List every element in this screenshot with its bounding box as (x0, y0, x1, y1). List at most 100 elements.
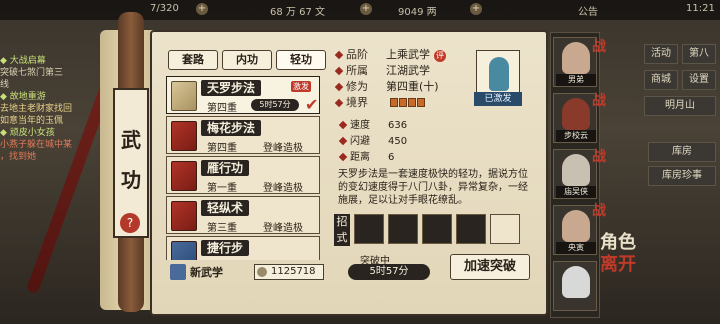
page-title-char: 武 (121, 128, 141, 152)
skill-level: 第三重 (207, 223, 237, 234)
skill-rank: 登峰造极 (263, 143, 303, 154)
book-icon (171, 241, 197, 260)
realm-segment (398, 97, 407, 107)
skill-level: 第一重 (207, 183, 237, 194)
tab-light-skills[interactable]: 轻功 (276, 50, 326, 70)
shop-button[interactable]: 商城 (644, 70, 678, 90)
move-slot-2[interactable] (388, 214, 418, 244)
diamond-icon (334, 50, 344, 60)
info-key: 品阶 (346, 48, 368, 61)
leave-text: 离开 (600, 254, 636, 275)
monk-figure-icon (489, 57, 509, 91)
character-name: 央寅 (556, 242, 596, 254)
list-item[interactable]: 捷行步 (166, 236, 320, 260)
resource-silver: 9049 两 (398, 7, 437, 18)
activated-label: 已激发 (474, 92, 522, 106)
character-card[interactable]: 步校云 (553, 93, 597, 143)
realm-segment (407, 97, 416, 107)
fight-badge: 战 (592, 149, 606, 165)
tab-inner-skills[interactable]: 内功 (222, 50, 272, 70)
stats-box: 速度 636 闪避 450 距离 6 (334, 112, 530, 164)
role-text: 角色 (600, 232, 636, 253)
skill-name: 雁行功 (201, 160, 250, 176)
warehouse-button[interactable]: 库房 (648, 142, 716, 162)
add-silver-button[interactable]: + (470, 3, 482, 15)
coin-icon (257, 267, 267, 277)
skill-rank: 登峰造极 (263, 223, 303, 234)
character-name: 步校云 (556, 130, 596, 142)
resource-money: 68 万 67 文 (270, 7, 325, 18)
new-skill-icon (170, 264, 186, 280)
move-slot-4[interactable] (456, 214, 486, 244)
move-slot-3[interactable] (422, 214, 452, 244)
stat-key: 距离 (350, 152, 370, 163)
tab-routines[interactable]: 套路 (168, 50, 218, 70)
skill-level: 第四重 (207, 143, 237, 154)
stat-key: 速度 (350, 120, 370, 131)
book-icon (171, 201, 197, 231)
character-card[interactable]: 央寅 (553, 205, 597, 255)
skill-name: 捷行步 (201, 240, 250, 256)
fight-badge: 战 (592, 39, 606, 55)
character-card[interactable] (553, 261, 597, 311)
ranking-button[interactable]: 第八 (682, 44, 716, 64)
realm-segment (389, 97, 398, 107)
breakthrough-timer: 5时57分 (348, 264, 430, 280)
top-resource-bar: 7/320 + 68 万 67 文 + 9049 两 + 公告 11:21 (0, 0, 720, 20)
location-label: 明月山 (644, 96, 716, 116)
skill-description: 天罗步法是一套速度极快的轻功，据说方位的变幻速度得于八门八卦，异常复杂，一经施展… (338, 169, 528, 206)
diamond-icon (338, 120, 348, 130)
settings-button[interactable]: 设置 (682, 70, 716, 90)
warehouse-events-button[interactable]: 库房珍事 (648, 166, 716, 186)
moves-label: 招式 (334, 214, 350, 246)
diamond-icon (334, 98, 344, 108)
stat-value: 6 (388, 152, 395, 163)
list-item[interactable]: 雁行功 第一重 登峰造极 (166, 156, 320, 194)
character-name: 庙吴侠 (556, 186, 596, 198)
character-avatar (562, 154, 590, 186)
help-icon[interactable]: ? (120, 213, 140, 233)
realm-segment (416, 97, 425, 107)
activated-badge: 激发 (291, 81, 311, 92)
skill-list[interactable]: 天罗步法 激发 第四重 5时57分 ✔ 梅花步法 第四重 登峰造极 雁行功 第一… (166, 76, 322, 260)
info-value: 第四重(十) (386, 80, 439, 93)
quest-title: ◆ 大战启幕 (0, 56, 46, 66)
info-key: 修为 (346, 80, 368, 93)
book-icon (171, 161, 197, 191)
new-skill-button[interactable]: 新武学 (190, 264, 223, 280)
skill-rank: 登峰造极 (263, 183, 303, 194)
skill-level: 第四重 (207, 103, 237, 114)
grade-badge: 评 (434, 50, 446, 62)
skill-name: 梅花步法 (201, 120, 262, 136)
resource-stamina: 7/320 (150, 3, 179, 14)
diamond-icon (334, 82, 344, 92)
move-slot-1[interactable] (354, 214, 384, 244)
character-column: 男弟 步校云 庙吴侠 央寅 (550, 32, 600, 318)
clock-time: 11:21 (686, 3, 715, 14)
notice-button[interactable]: 公告 (578, 3, 598, 18)
info-key: 境界 (346, 96, 368, 109)
role-calligraphy[interactable]: 角色 离开 (600, 232, 636, 276)
diamond-icon (338, 152, 348, 162)
character-avatar (562, 98, 590, 130)
diamond-icon (338, 136, 348, 146)
skill-name: 轻纵术 (201, 200, 250, 216)
quest-title: ◆ 顽皮小女孩 (0, 128, 55, 138)
character-card[interactable]: 庙吴侠 (553, 149, 597, 199)
move-slot-empty[interactable] (490, 214, 520, 244)
list-item[interactable]: 天罗步法 激发 第四重 5时57分 ✔ (166, 76, 320, 114)
quest-line: 突破七煞门第三 (0, 68, 64, 78)
character-avatar (562, 210, 590, 242)
character-avatar (562, 42, 590, 74)
character-card[interactable]: 男弟 (553, 37, 597, 87)
stat-value: 636 (388, 120, 408, 131)
add-stamina-button[interactable]: + (196, 3, 208, 15)
add-money-button[interactable]: + (360, 3, 372, 15)
list-item[interactable]: 轻纵术 第三重 登峰造极 (166, 196, 320, 234)
page-title-char: 功 (121, 168, 141, 192)
list-item[interactable]: 梅花步法 第四重 登峰造极 (166, 116, 320, 154)
skill-name: 天罗步法 (201, 80, 262, 96)
realm-bar (389, 97, 426, 110)
speed-up-button[interactable]: 加速突破 (450, 254, 530, 280)
activity-button[interactable]: 活动 (644, 44, 678, 64)
